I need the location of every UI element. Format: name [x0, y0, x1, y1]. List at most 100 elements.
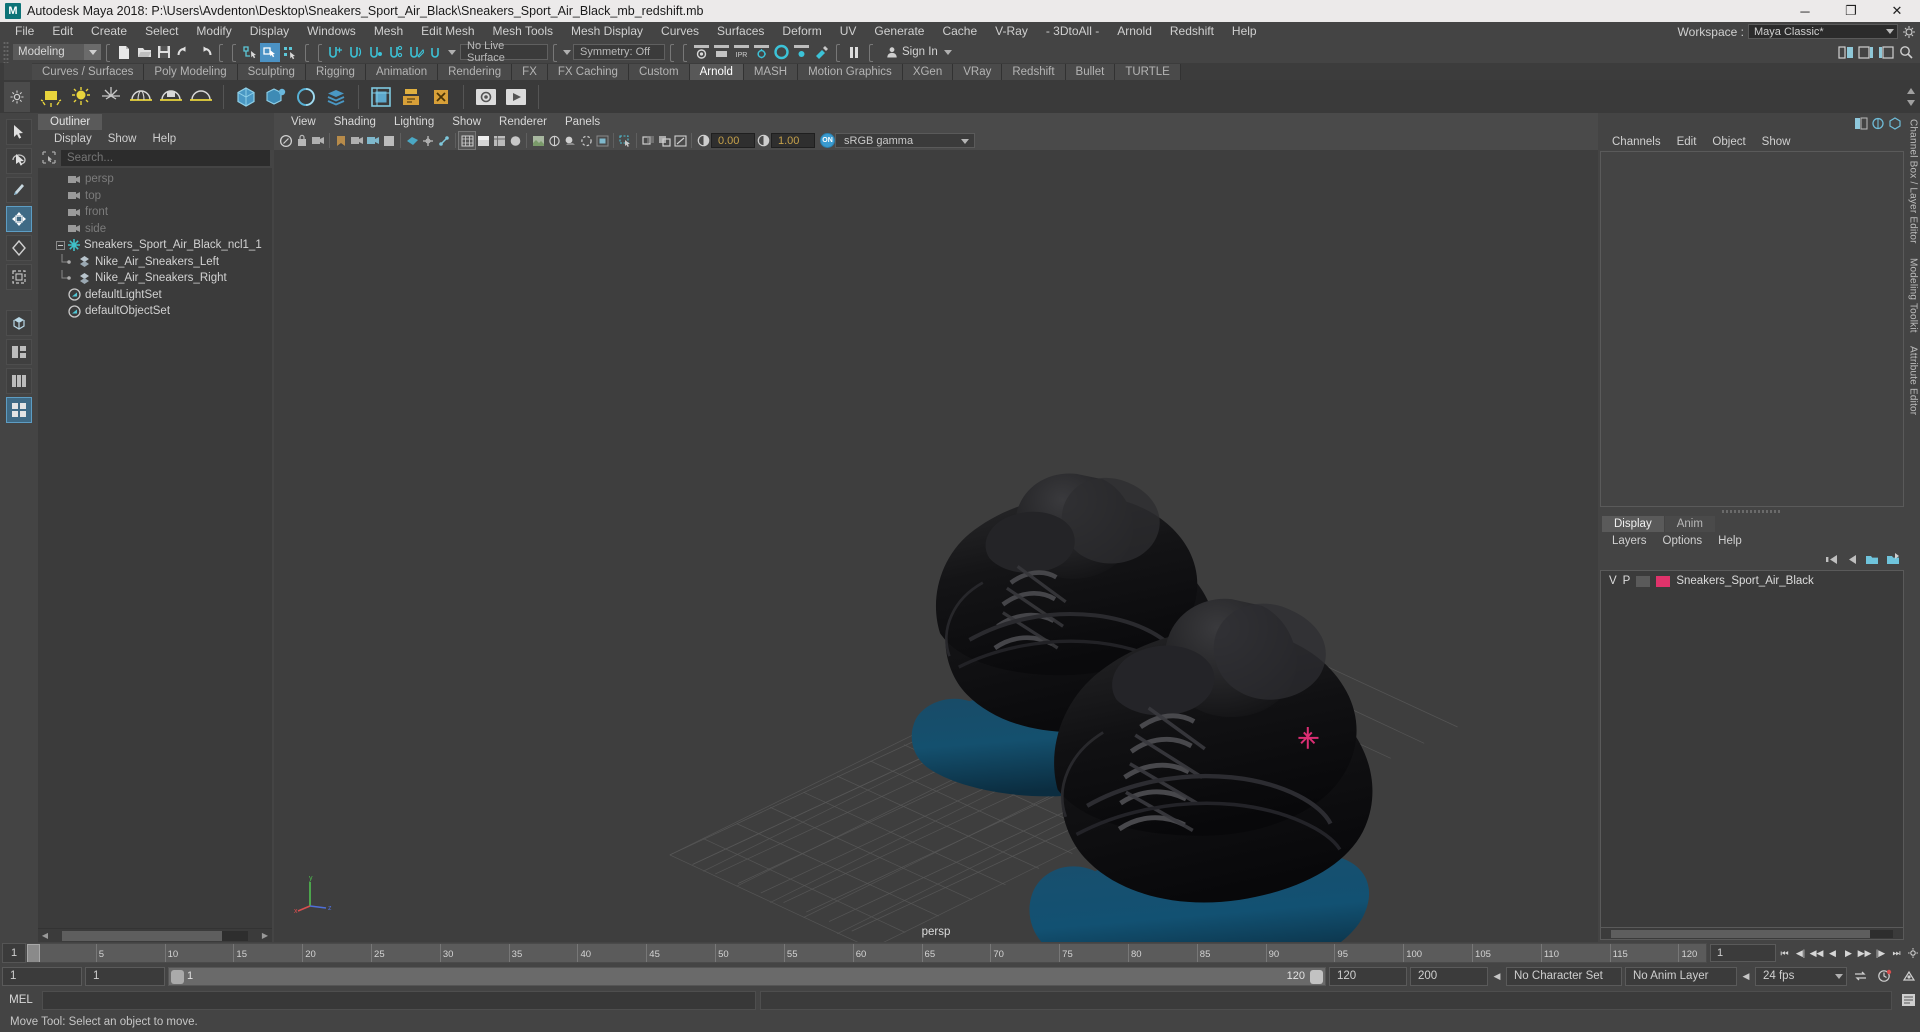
- menu-modify[interactable]: Modify: [187, 22, 240, 41]
- vtab-channel-box-layer-editor[interactable]: Channel Box / Layer Editor: [1908, 119, 1919, 244]
- auto-key-loop-button[interactable]: [1850, 967, 1870, 985]
- viewport-menu-panels[interactable]: Panels: [556, 116, 609, 128]
- lock-camera-icon[interactable]: [294, 132, 310, 149]
- new-layer-from-selected-icon[interactable]: [1886, 553, 1900, 565]
- current-time-indicator[interactable]: [27, 944, 40, 962]
- sign-in-chevron-icon[interactable]: [942, 44, 954, 60]
- outliner-item-sneaker-right[interactable]: Nike_Air_Sneakers_Right: [38, 270, 272, 287]
- menu-file[interactable]: File: [6, 22, 43, 41]
- make-live-icon[interactable]: [426, 43, 446, 62]
- scale-tool-button[interactable]: [6, 264, 32, 290]
- select-mask-icon[interactable]: [617, 132, 633, 149]
- shelf-tab-fx[interactable]: FX: [512, 64, 548, 80]
- select-tool-button[interactable]: [6, 119, 32, 145]
- panel-splitter-handle[interactable]: [1598, 507, 1906, 515]
- menu-arnold[interactable]: Arnold: [1108, 22, 1161, 41]
- shelf-tab-motion-graphics[interactable]: Motion Graphics: [798, 64, 903, 80]
- symmetry-field[interactable]: Symmetry: Off: [573, 44, 665, 60]
- arnold-skydome-light-icon[interactable]: [127, 83, 155, 111]
- menu-surfaces[interactable]: Surfaces: [708, 22, 773, 41]
- outliner-menu-display[interactable]: Display: [46, 133, 100, 145]
- scrollbar-thumb[interactable]: [1611, 929, 1871, 938]
- outliner-item-default-light-set[interactable]: defaultLightSet: [38, 287, 272, 304]
- isolate-select-icon[interactable]: [404, 132, 420, 149]
- arnold-directional-light-icon[interactable]: [97, 83, 125, 111]
- menu-help[interactable]: Help: [1223, 22, 1266, 41]
- playback-speed-dropdown[interactable]: 24 fps: [1755, 966, 1847, 986]
- show-hide-attribute-editor-icon[interactable]: [1856, 43, 1876, 62]
- play-backwards-button[interactable]: ◀: [1825, 944, 1840, 962]
- grid-display-icon[interactable]: [381, 132, 397, 149]
- four-pane-layout-button[interactable]: [6, 397, 32, 423]
- arnold-render-view-icon[interactable]: [367, 83, 395, 111]
- shelf-tab-vray[interactable]: VRay: [953, 64, 1003, 80]
- layers-menu-options[interactable]: Options: [1655, 535, 1711, 547]
- go-to-start-button[interactable]: ⏮: [1777, 944, 1792, 962]
- outliner-item-sneaker-left[interactable]: Nike_Air_Sneakers_Left: [38, 253, 272, 271]
- shelf-tab-fx-caching[interactable]: FX Caching: [547, 64, 629, 80]
- exposure-value-field[interactable]: 0.00: [711, 133, 755, 148]
- use-default-material-icon[interactable]: [507, 132, 523, 149]
- show-hide-channel-box-icon[interactable]: [1836, 43, 1856, 62]
- outliner-item-side[interactable]: side: [38, 221, 272, 238]
- channelbox-menu-object[interactable]: Object: [1704, 136, 1753, 148]
- paint-select-tool-button[interactable]: [6, 177, 32, 203]
- outliner-item-top[interactable]: top: [38, 188, 272, 205]
- texture-display-icon[interactable]: [530, 132, 546, 149]
- single-perspective-layout-button[interactable]: [6, 310, 32, 336]
- arnold-photometric-light-icon[interactable]: [187, 83, 215, 111]
- menu-mesh-display[interactable]: Mesh Display: [562, 22, 652, 41]
- viewport-menu-lighting[interactable]: Lighting: [385, 116, 443, 128]
- layers-menu-help[interactable]: Help: [1710, 535, 1750, 547]
- outliner-tab[interactable]: Outliner: [38, 114, 103, 130]
- vtab-modeling-toolkit[interactable]: Modeling Toolkit: [1908, 258, 1919, 333]
- arnold-area-light-icon[interactable]: [37, 83, 65, 111]
- new-scene-icon[interactable]: [114, 43, 134, 62]
- bookmark-icon[interactable]: [333, 132, 349, 149]
- menu-vray[interactable]: V-Ray: [986, 22, 1037, 41]
- gamma-toggle-icon[interactable]: [755, 132, 771, 149]
- menu-edit-mesh[interactable]: Edit Mesh: [412, 22, 483, 41]
- modeling-toolkit-icon[interactable]: [1888, 116, 1902, 130]
- workspace-settings-icon[interactable]: [1902, 25, 1916, 39]
- snap-to-view-plane-icon[interactable]: [406, 43, 426, 62]
- arnold-mesh-light-icon[interactable]: [157, 83, 185, 111]
- move-tool-button[interactable]: [6, 206, 32, 232]
- open-scene-icon[interactable]: [134, 43, 154, 62]
- layer-move-down-icon[interactable]: [1845, 554, 1858, 565]
- new-layer-icon[interactable]: [1865, 553, 1879, 565]
- hypershade-icon[interactable]: [771, 43, 791, 62]
- close-button[interactable]: ✕: [1874, 0, 1920, 22]
- arnold-standin-icon[interactable]: [232, 83, 260, 111]
- menu-redshift[interactable]: Redshift: [1161, 22, 1223, 41]
- layer-row[interactable]: V P Sneakers_Sport_Air_Black: [1601, 573, 1903, 589]
- select-camera-icon[interactable]: [278, 132, 294, 149]
- color-management-toggle[interactable]: ON: [820, 133, 835, 148]
- outliner-item-front[interactable]: front: [38, 204, 272, 221]
- shelf-tab-rendering[interactable]: Rendering: [438, 64, 513, 80]
- sign-in-button[interactable]: Sign In: [877, 43, 963, 61]
- scrollbar-track[interactable]: [1611, 929, 1893, 938]
- arnold-volume-icon[interactable]: [262, 83, 290, 111]
- snap-options-chevron-icon[interactable]: [446, 44, 458, 60]
- outliner-menu-help[interactable]: Help: [145, 133, 185, 145]
- select-by-hierarchy-icon[interactable]: [240, 43, 260, 62]
- two-pane-layout-button[interactable]: [6, 339, 32, 365]
- layer-type-swatch[interactable]: [1636, 575, 1651, 587]
- expander-icon[interactable]: [56, 240, 65, 250]
- shelf-tab-turtle[interactable]: TURTLE: [1115, 64, 1181, 80]
- step-back-frame-button[interactable]: ◀◀: [1809, 944, 1824, 962]
- camera-attributes-icon[interactable]: [310, 132, 326, 149]
- layer-color-swatch[interactable]: [1656, 575, 1671, 587]
- minimize-button[interactable]: ─: [1782, 0, 1828, 22]
- shelf-tab-xgen[interactable]: XGen: [902, 64, 954, 80]
- ipr-render-icon[interactable]: IPR: [731, 43, 751, 62]
- workspace-dropdown[interactable]: Maya Classic*: [1748, 24, 1898, 39]
- anim-layer-dropdown[interactable]: No Anim Layer: [1625, 966, 1737, 986]
- channelbox-menu-edit[interactable]: Edit: [1669, 136, 1705, 148]
- menu-create[interactable]: Create: [82, 22, 136, 41]
- outliner-item-default-object-set[interactable]: defaultObjectSet: [38, 303, 272, 320]
- anim-layer-chevron-icon[interactable]: ◀: [1740, 967, 1752, 986]
- shelf-tab-poly-modeling[interactable]: Poly Modeling: [144, 64, 238, 80]
- arnold-scene-source-icon[interactable]: [322, 83, 350, 111]
